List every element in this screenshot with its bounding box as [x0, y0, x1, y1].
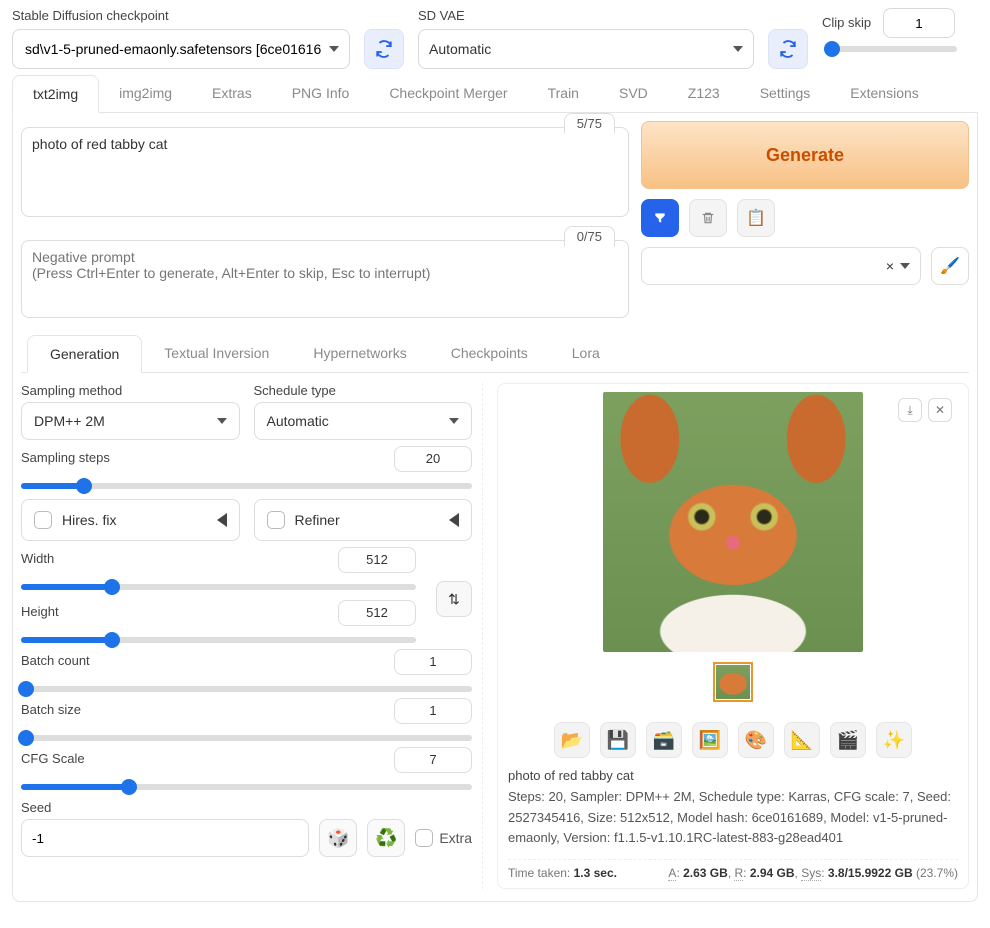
neg-token-count: 0/75 — [564, 226, 615, 247]
save-button[interactable]: 💾 — [600, 722, 636, 758]
sub-tab-lora[interactable]: Lora — [550, 335, 622, 372]
main-tabs: txt2imgimg2imgExtrasPNG InfoCheckpoint M… — [12, 75, 978, 113]
download-image-button[interactable]: ⤓ — [898, 398, 922, 422]
width-slider[interactable] — [21, 584, 416, 590]
save-zip-button[interactable]: 🗃️ — [646, 722, 682, 758]
send-extras-button[interactable]: 📐 — [784, 722, 820, 758]
hires-fix-label: Hires. fix — [62, 512, 116, 528]
tab-z123[interactable]: Z123 — [668, 75, 740, 112]
steps-value[interactable]: 20 — [394, 446, 472, 472]
pos-token-count: 5/75 — [564, 113, 615, 134]
caret-down-icon — [900, 263, 910, 269]
height-value[interactable]: 512 — [338, 600, 416, 626]
collapse-icon — [217, 513, 227, 527]
width-value[interactable]: 512 — [338, 547, 416, 573]
batch-count-slider[interactable] — [21, 686, 472, 692]
batch-size-slider[interactable] — [21, 735, 472, 741]
vae-value: Automatic — [429, 41, 491, 57]
collapse-icon — [449, 513, 459, 527]
tab-settings[interactable]: Settings — [740, 75, 831, 112]
steps-slider[interactable] — [21, 483, 472, 489]
seed-input[interactable] — [21, 819, 309, 857]
refiner-checkbox[interactable] — [267, 511, 285, 529]
time-taken: Time taken: 1.3 sec. — [508, 866, 617, 880]
generate-button[interactable]: Generate — [641, 121, 969, 189]
styles-select[interactable]: × — [641, 247, 921, 285]
result-thumbnail[interactable] — [713, 662, 753, 702]
batch-size-value[interactable]: 1 — [394, 698, 472, 724]
sub-tabs: GenerationTextual InversionHypernetworks… — [21, 335, 969, 373]
tab-train[interactable]: Train — [528, 75, 599, 112]
hires-fix-checkbox[interactable] — [34, 511, 52, 529]
sub-tab-generation[interactable]: Generation — [27, 335, 142, 373]
close-preview-button[interactable]: ✕ — [928, 398, 952, 422]
sub-tab-textual-inversion[interactable]: Textual Inversion — [142, 335, 291, 372]
tab-txt2img[interactable]: txt2img — [12, 75, 99, 113]
vae-label: SD VAE — [418, 8, 754, 23]
edit-styles-button[interactable]: 🖌️ — [931, 247, 969, 285]
result-prompt-echo: photo of red tabby cat — [508, 766, 958, 787]
random-seed-button[interactable]: 🎲 — [319, 819, 357, 857]
prompt-input[interactable] — [21, 127, 629, 217]
seed-extra-checkbox[interactable] — [415, 829, 433, 847]
result-details: Steps: 20, Sampler: DPM++ 2M, Schedule t… — [508, 787, 958, 849]
checkpoint-label: Stable Diffusion checkpoint — [12, 8, 350, 23]
sampling-method-select[interactable]: DPM++ 2M — [21, 402, 240, 440]
x-icon: × — [886, 258, 894, 274]
paste-button[interactable]: 📋 — [737, 199, 775, 237]
schedule-select[interactable]: Automatic — [254, 402, 473, 440]
tab-svd[interactable]: SVD — [599, 75, 668, 112]
vae-select[interactable]: Automatic — [418, 29, 754, 69]
caret-down-icon — [329, 46, 339, 52]
schedule-value: Automatic — [267, 413, 329, 429]
send-svd-button[interactable]: 🎬 — [830, 722, 866, 758]
open-folder-button[interactable]: 📂 — [554, 722, 590, 758]
caret-down-icon — [733, 46, 743, 52]
clip-skip-slider[interactable] — [824, 46, 957, 52]
caret-down-icon — [217, 418, 227, 424]
checkpoint-select[interactable] — [12, 29, 350, 69]
memory-stats: A: 2.63 GB, R: 2.94 GB, Sys: 3.8/15.9922… — [668, 866, 958, 880]
sampling-method-value: DPM++ 2M — [34, 413, 105, 429]
result-image[interactable] — [603, 392, 863, 652]
refresh-checkpoint-button[interactable] — [364, 29, 404, 69]
sub-tab-hypernetworks[interactable]: Hypernetworks — [291, 335, 428, 372]
cfg-slider[interactable] — [21, 784, 472, 790]
schedule-label: Schedule type — [254, 383, 473, 398]
checkpoint-value[interactable] — [23, 40, 329, 58]
clip-skip-label: Clip skip — [822, 15, 875, 30]
refiner-label: Refiner — [295, 512, 340, 528]
pin-button[interactable] — [641, 199, 679, 237]
seed-extra-label: Extra — [439, 830, 472, 846]
reuse-seed-button[interactable]: ♻️ — [367, 819, 405, 857]
tab-png-info[interactable]: PNG Info — [272, 75, 370, 112]
upscale-button[interactable]: ✨ — [876, 722, 912, 758]
tab-img2img[interactable]: img2img — [99, 75, 192, 112]
cfg-value[interactable]: 7 — [394, 747, 472, 773]
negative-prompt-input[interactable] — [21, 240, 629, 318]
send-img2img-button[interactable]: 🖼️ — [692, 722, 728, 758]
sub-tab-checkpoints[interactable]: Checkpoints — [429, 335, 550, 372]
clear-button[interactable] — [689, 199, 727, 237]
clip-skip-input[interactable] — [883, 8, 955, 38]
batch-count-value[interactable]: 1 — [394, 649, 472, 675]
hires-fix-accordion[interactable]: Hires. fix — [21, 499, 240, 541]
seed-label: Seed — [21, 800, 472, 815]
tab-extras[interactable]: Extras — [192, 75, 272, 112]
swap-dimensions-button[interactable]: ⇅ — [436, 581, 472, 617]
tab-checkpoint-merger[interactable]: Checkpoint Merger — [369, 75, 527, 112]
sampling-method-label: Sampling method — [21, 383, 240, 398]
height-slider[interactable] — [21, 637, 416, 643]
caret-down-icon — [449, 418, 459, 424]
send-inpaint-button[interactable]: 🎨 — [738, 722, 774, 758]
tab-extensions[interactable]: Extensions — [830, 75, 938, 112]
refresh-vae-button[interactable] — [768, 29, 808, 69]
refiner-accordion[interactable]: Refiner — [254, 499, 473, 541]
